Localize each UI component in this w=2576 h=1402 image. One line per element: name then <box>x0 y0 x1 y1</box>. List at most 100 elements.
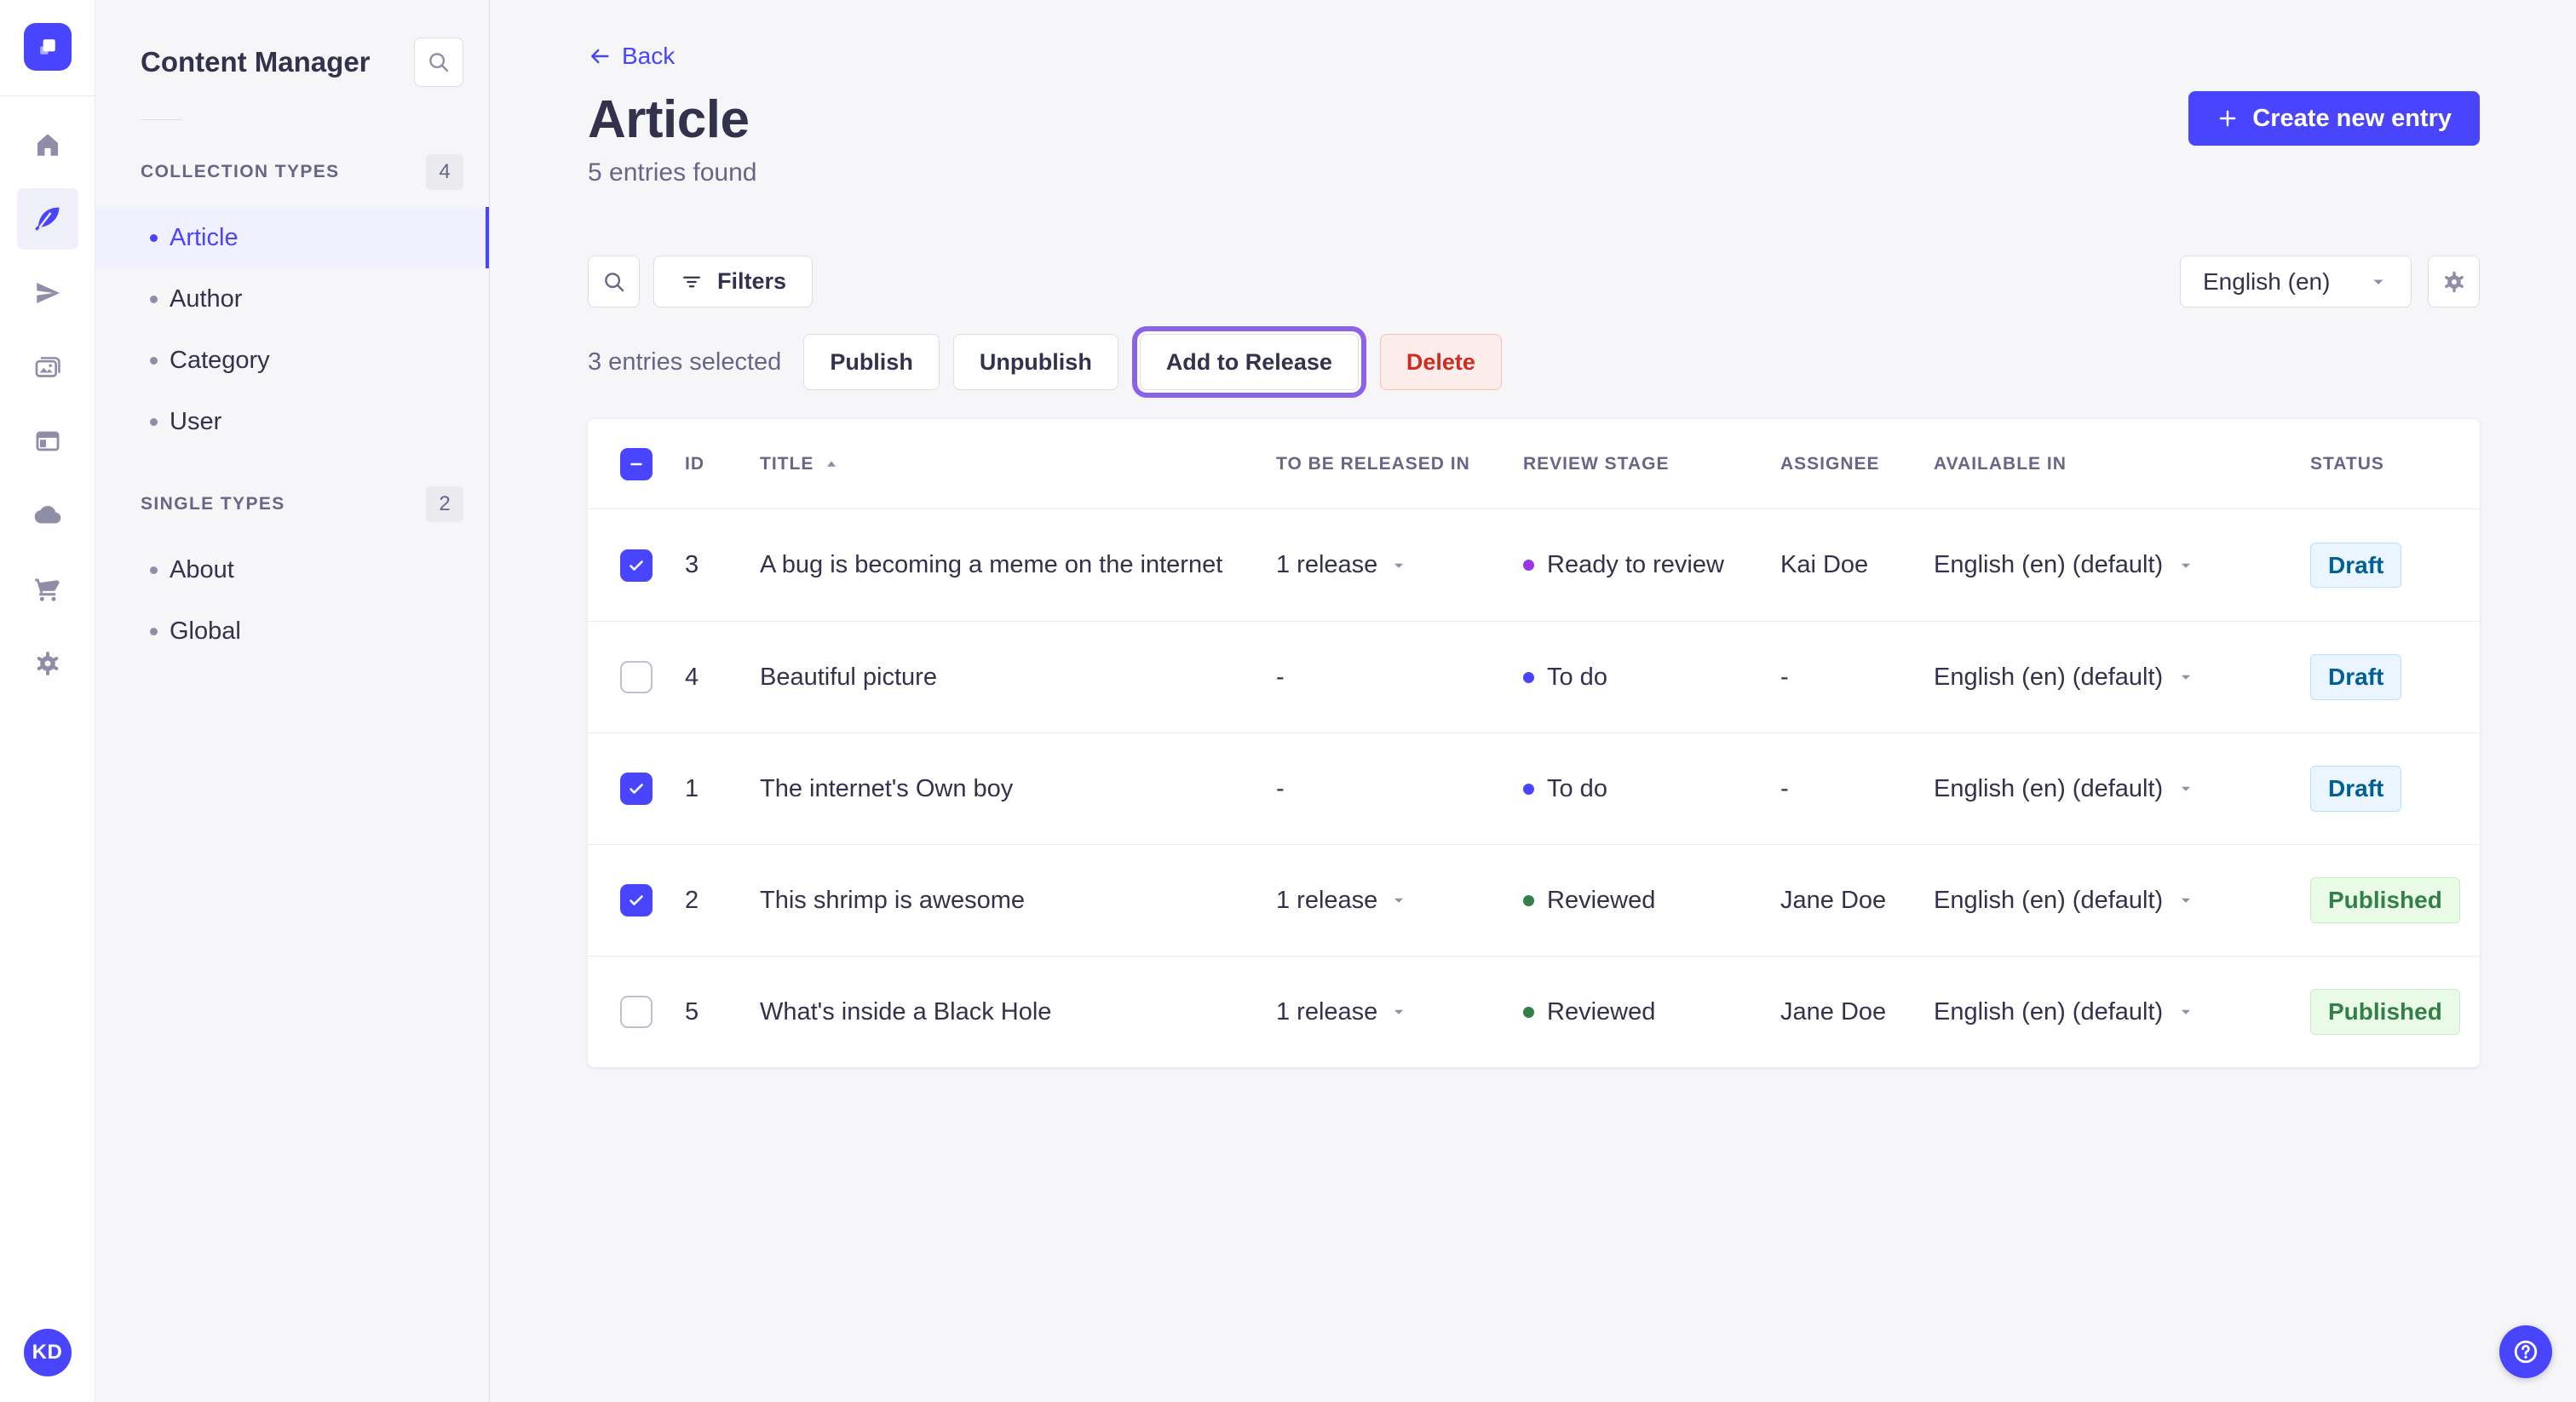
home-icon <box>33 130 62 159</box>
publish-button[interactable]: Publish <box>803 334 940 390</box>
arrow-left-icon <box>588 44 612 68</box>
help-button[interactable] <box>2499 1325 2552 1378</box>
bullet-icon <box>150 295 158 303</box>
layout-icon <box>33 427 62 456</box>
chevron-down-icon[interactable] <box>1389 1003 1408 1021</box>
single-types-count-badge: 2 <box>426 486 463 522</box>
filters-button[interactable]: Filters <box>653 256 814 307</box>
sidebar-item-label: Category <box>170 346 270 374</box>
cell-release: 1 release <box>1276 997 1378 1026</box>
chevron-down-icon[interactable] <box>2176 1003 2195 1021</box>
select-all-checkbox[interactable] <box>620 447 653 480</box>
delete-button[interactable]: Delete <box>1379 334 1502 390</box>
status-badge: Draft <box>2310 654 2402 700</box>
stage-dot-icon <box>1523 783 1534 795</box>
paper-plane-icon <box>33 279 62 307</box>
column-header-review-stage[interactable]: REVIEW STAGE <box>1509 454 1767 474</box>
locale-select[interactable]: English (en) <box>2180 256 2412 307</box>
cell-review-stage: To do <box>1509 775 1767 803</box>
row-checkbox[interactable] <box>620 996 653 1028</box>
nav-content-manager[interactable] <box>16 188 78 250</box>
row-checkbox[interactable] <box>620 661 653 693</box>
create-new-entry-label: Create new entry <box>2252 104 2452 132</box>
sidebar-item-label: Global <box>170 617 241 645</box>
user-avatar[interactable]: KD <box>23 1329 72 1376</box>
table-row[interactable]: 4 Beautiful picture - To do - English (e… <box>588 621 2480 733</box>
cell-available-in: English (en) (default) <box>1934 997 2164 1026</box>
nav-release[interactable] <box>17 262 78 324</box>
nav-rail: KD <box>0 0 95 1402</box>
strapi-logo-icon <box>39 39 55 55</box>
collection-types-section: COLLECTION TYPES 4 Article Author Catego… <box>95 154 489 452</box>
chevron-down-icon[interactable] <box>2176 668 2195 687</box>
chevron-down-icon[interactable] <box>2176 891 2195 910</box>
row-checkbox[interactable] <box>620 549 653 582</box>
single-types-section: SINGLE TYPES 2 About Global <box>95 486 489 662</box>
sidebar-item-author[interactable]: Author <box>95 268 489 330</box>
status-badge: Published <box>2310 877 2460 923</box>
column-header-release[interactable]: TO BE RELEASED IN <box>1262 454 1509 474</box>
cloud-icon <box>33 501 62 530</box>
selection-summary: 3 entries selected <box>588 348 782 376</box>
column-header-id[interactable]: ID <box>671 454 746 474</box>
sidebar-search-button[interactable] <box>414 37 463 87</box>
sidebar-item-label: About <box>170 555 234 583</box>
column-header-status[interactable]: STATUS <box>2297 454 2480 474</box>
collection-types-label: COLLECTION TYPES <box>141 162 340 181</box>
chevron-down-icon[interactable] <box>2176 779 2195 798</box>
bullet-icon <box>150 356 158 365</box>
table-row[interactable]: 1 The internet's Own boy - To do - Engli… <box>588 733 2480 844</box>
cell-assignee: Jane Doe <box>1780 886 1887 914</box>
stage-dot-icon <box>1523 560 1534 571</box>
sidebar-item-global[interactable]: Global <box>95 600 489 662</box>
chevron-down-icon[interactable] <box>1389 891 1408 910</box>
nav-deploy-cloud[interactable] <box>17 485 78 546</box>
cell-id: 3 <box>685 551 699 578</box>
single-types-label: SINGLE TYPES <box>141 494 285 514</box>
unpublish-button[interactable]: Unpublish <box>952 334 1118 390</box>
chevron-down-icon[interactable] <box>2176 556 2195 575</box>
stage-dot-icon <box>1523 671 1534 683</box>
nav-content-type-builder[interactable] <box>17 411 78 472</box>
stage-dot-icon <box>1523 1006 1534 1018</box>
create-new-entry-button[interactable]: Create new entry <box>2188 91 2480 146</box>
nav-home[interactable] <box>17 114 78 175</box>
nav-media-library[interactable] <box>17 336 78 398</box>
sidebar-item-user[interactable]: User <box>95 391 489 452</box>
table-row[interactable]: 5 What's inside a Black Hole 1 release R… <box>588 956 2480 1067</box>
chevron-down-icon[interactable] <box>1389 556 1408 575</box>
table-row[interactable]: 3 A bug is becoming a meme on the intern… <box>588 509 2480 621</box>
nav-marketplace[interactable] <box>17 559 78 620</box>
content-manager-sidebar: Content Manager COLLECTION TYPES 4 Artic… <box>95 0 490 1402</box>
strapi-logo[interactable] <box>23 23 72 71</box>
check-icon <box>630 895 643 905</box>
cell-review-stage: To do <box>1509 664 1767 692</box>
cell-available-in: English (en) (default) <box>1934 774 2164 802</box>
cell-title: The internet's Own boy <box>760 774 1014 802</box>
column-header-assignee[interactable]: ASSIGNEE <box>1767 454 1920 474</box>
locale-value: English (en) <box>2203 267 2331 295</box>
page-title: Article <box>588 90 750 149</box>
sidebar-divider <box>141 119 181 120</box>
cell-release: - <box>1276 663 1285 691</box>
nav-settings[interactable] <box>17 633 78 694</box>
cell-available-in: English (en) (default) <box>1934 663 2164 691</box>
view-settings-button[interactable] <box>2428 256 2480 307</box>
question-circle-icon <box>2511 1337 2540 1366</box>
row-checkbox[interactable] <box>620 773 653 805</box>
sidebar-item-article[interactable]: Article <box>95 207 489 268</box>
column-header-title[interactable]: TITLE <box>746 454 1262 474</box>
add-to-release-button[interactable]: Add to Release <box>1139 334 1359 390</box>
table-row[interactable]: 2 This shrimp is awesome 1 release Revie… <box>588 844 2480 956</box>
sidebar-item-category[interactable]: Category <box>95 330 489 391</box>
cell-id: 1 <box>685 774 699 802</box>
sidebar-item-about[interactable]: About <box>95 539 489 600</box>
column-header-available-in[interactable]: AVAILABLE IN <box>1920 454 2297 474</box>
cell-title: Beautiful picture <box>760 663 937 691</box>
search-entries-button[interactable] <box>588 256 640 307</box>
cell-title: A bug is becoming a meme on the internet <box>760 551 1223 578</box>
row-checkbox[interactable] <box>620 884 653 916</box>
back-link[interactable]: Back <box>588 43 675 70</box>
gear-icon <box>33 649 62 678</box>
bullet-icon <box>150 566 158 574</box>
